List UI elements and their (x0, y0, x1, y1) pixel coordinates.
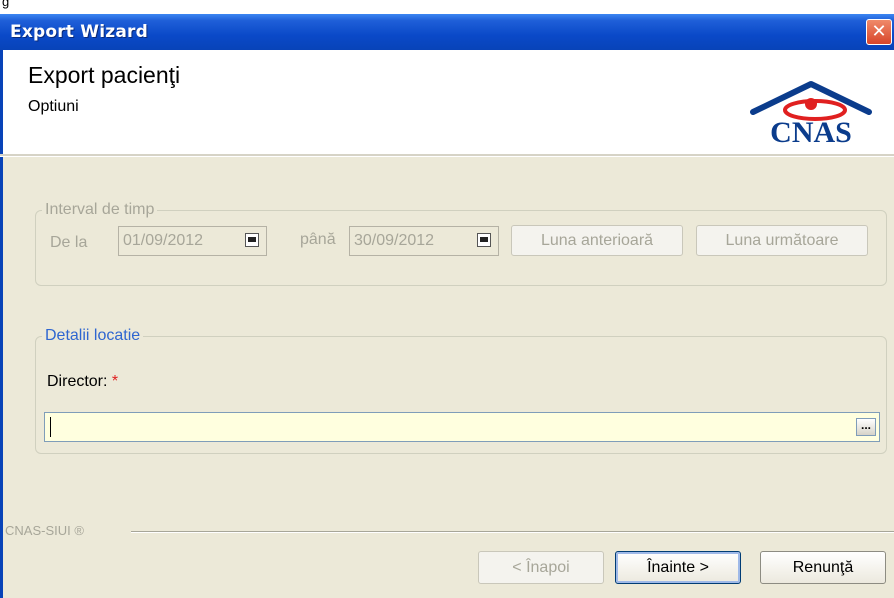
wizard-header: Export pacienţi Optiuni CNAS (0, 50, 894, 154)
top-strip: g (0, 0, 894, 14)
previous-month-button[interactable]: Luna anterioară (511, 225, 683, 256)
window-title: Export Wizard (10, 22, 148, 42)
next-button[interactable]: Înainte > (615, 551, 741, 584)
wizard-body: Interval de timp De la 01/09/2012 până 3… (0, 157, 894, 598)
location-legend: Detalii locatie (45, 327, 141, 344)
to-date-field[interactable]: 30/09/2012 (349, 226, 499, 256)
from-date-field[interactable]: 01/09/2012 (118, 226, 267, 256)
calendar-icon[interactable] (477, 233, 491, 247)
next-month-button[interactable]: Luna următoare (696, 225, 868, 256)
clipped-text: g (2, 0, 10, 9)
calendar-icon[interactable] (245, 233, 259, 247)
footer-divider (131, 531, 894, 533)
cnas-logo: CNAS (750, 81, 872, 146)
required-marker: * (111, 373, 119, 390)
browse-folder-button[interactable]: ... (856, 418, 876, 436)
director-label: Director: * (47, 373, 118, 391)
text-caret (50, 417, 51, 437)
page-title: Export pacienţi (28, 62, 181, 88)
close-button[interactable]: ✕ (866, 19, 892, 45)
to-label: până (300, 231, 336, 248)
back-button[interactable]: < Înapoi (478, 551, 604, 584)
from-label: De la (50, 234, 88, 251)
logo-text: CNAS (770, 116, 852, 146)
close-icon: ✕ (871, 21, 887, 42)
director-label-text: Director: (47, 373, 108, 390)
page-subtitle: Optiuni (28, 98, 79, 115)
to-date-value: 30/09/2012 (354, 232, 435, 249)
footer-brand: CNAS-SIUI ® (5, 523, 84, 538)
interval-legend: Interval de timp (45, 201, 155, 218)
cancel-button[interactable]: Renunţă (760, 551, 886, 584)
title-bar[interactable]: Export Wizard ✕ (0, 14, 894, 50)
location-group: Detalii locatie Director: * ... (35, 327, 887, 454)
director-path-input[interactable]: ... (44, 412, 880, 442)
from-date-value: 01/09/2012 (123, 232, 204, 249)
